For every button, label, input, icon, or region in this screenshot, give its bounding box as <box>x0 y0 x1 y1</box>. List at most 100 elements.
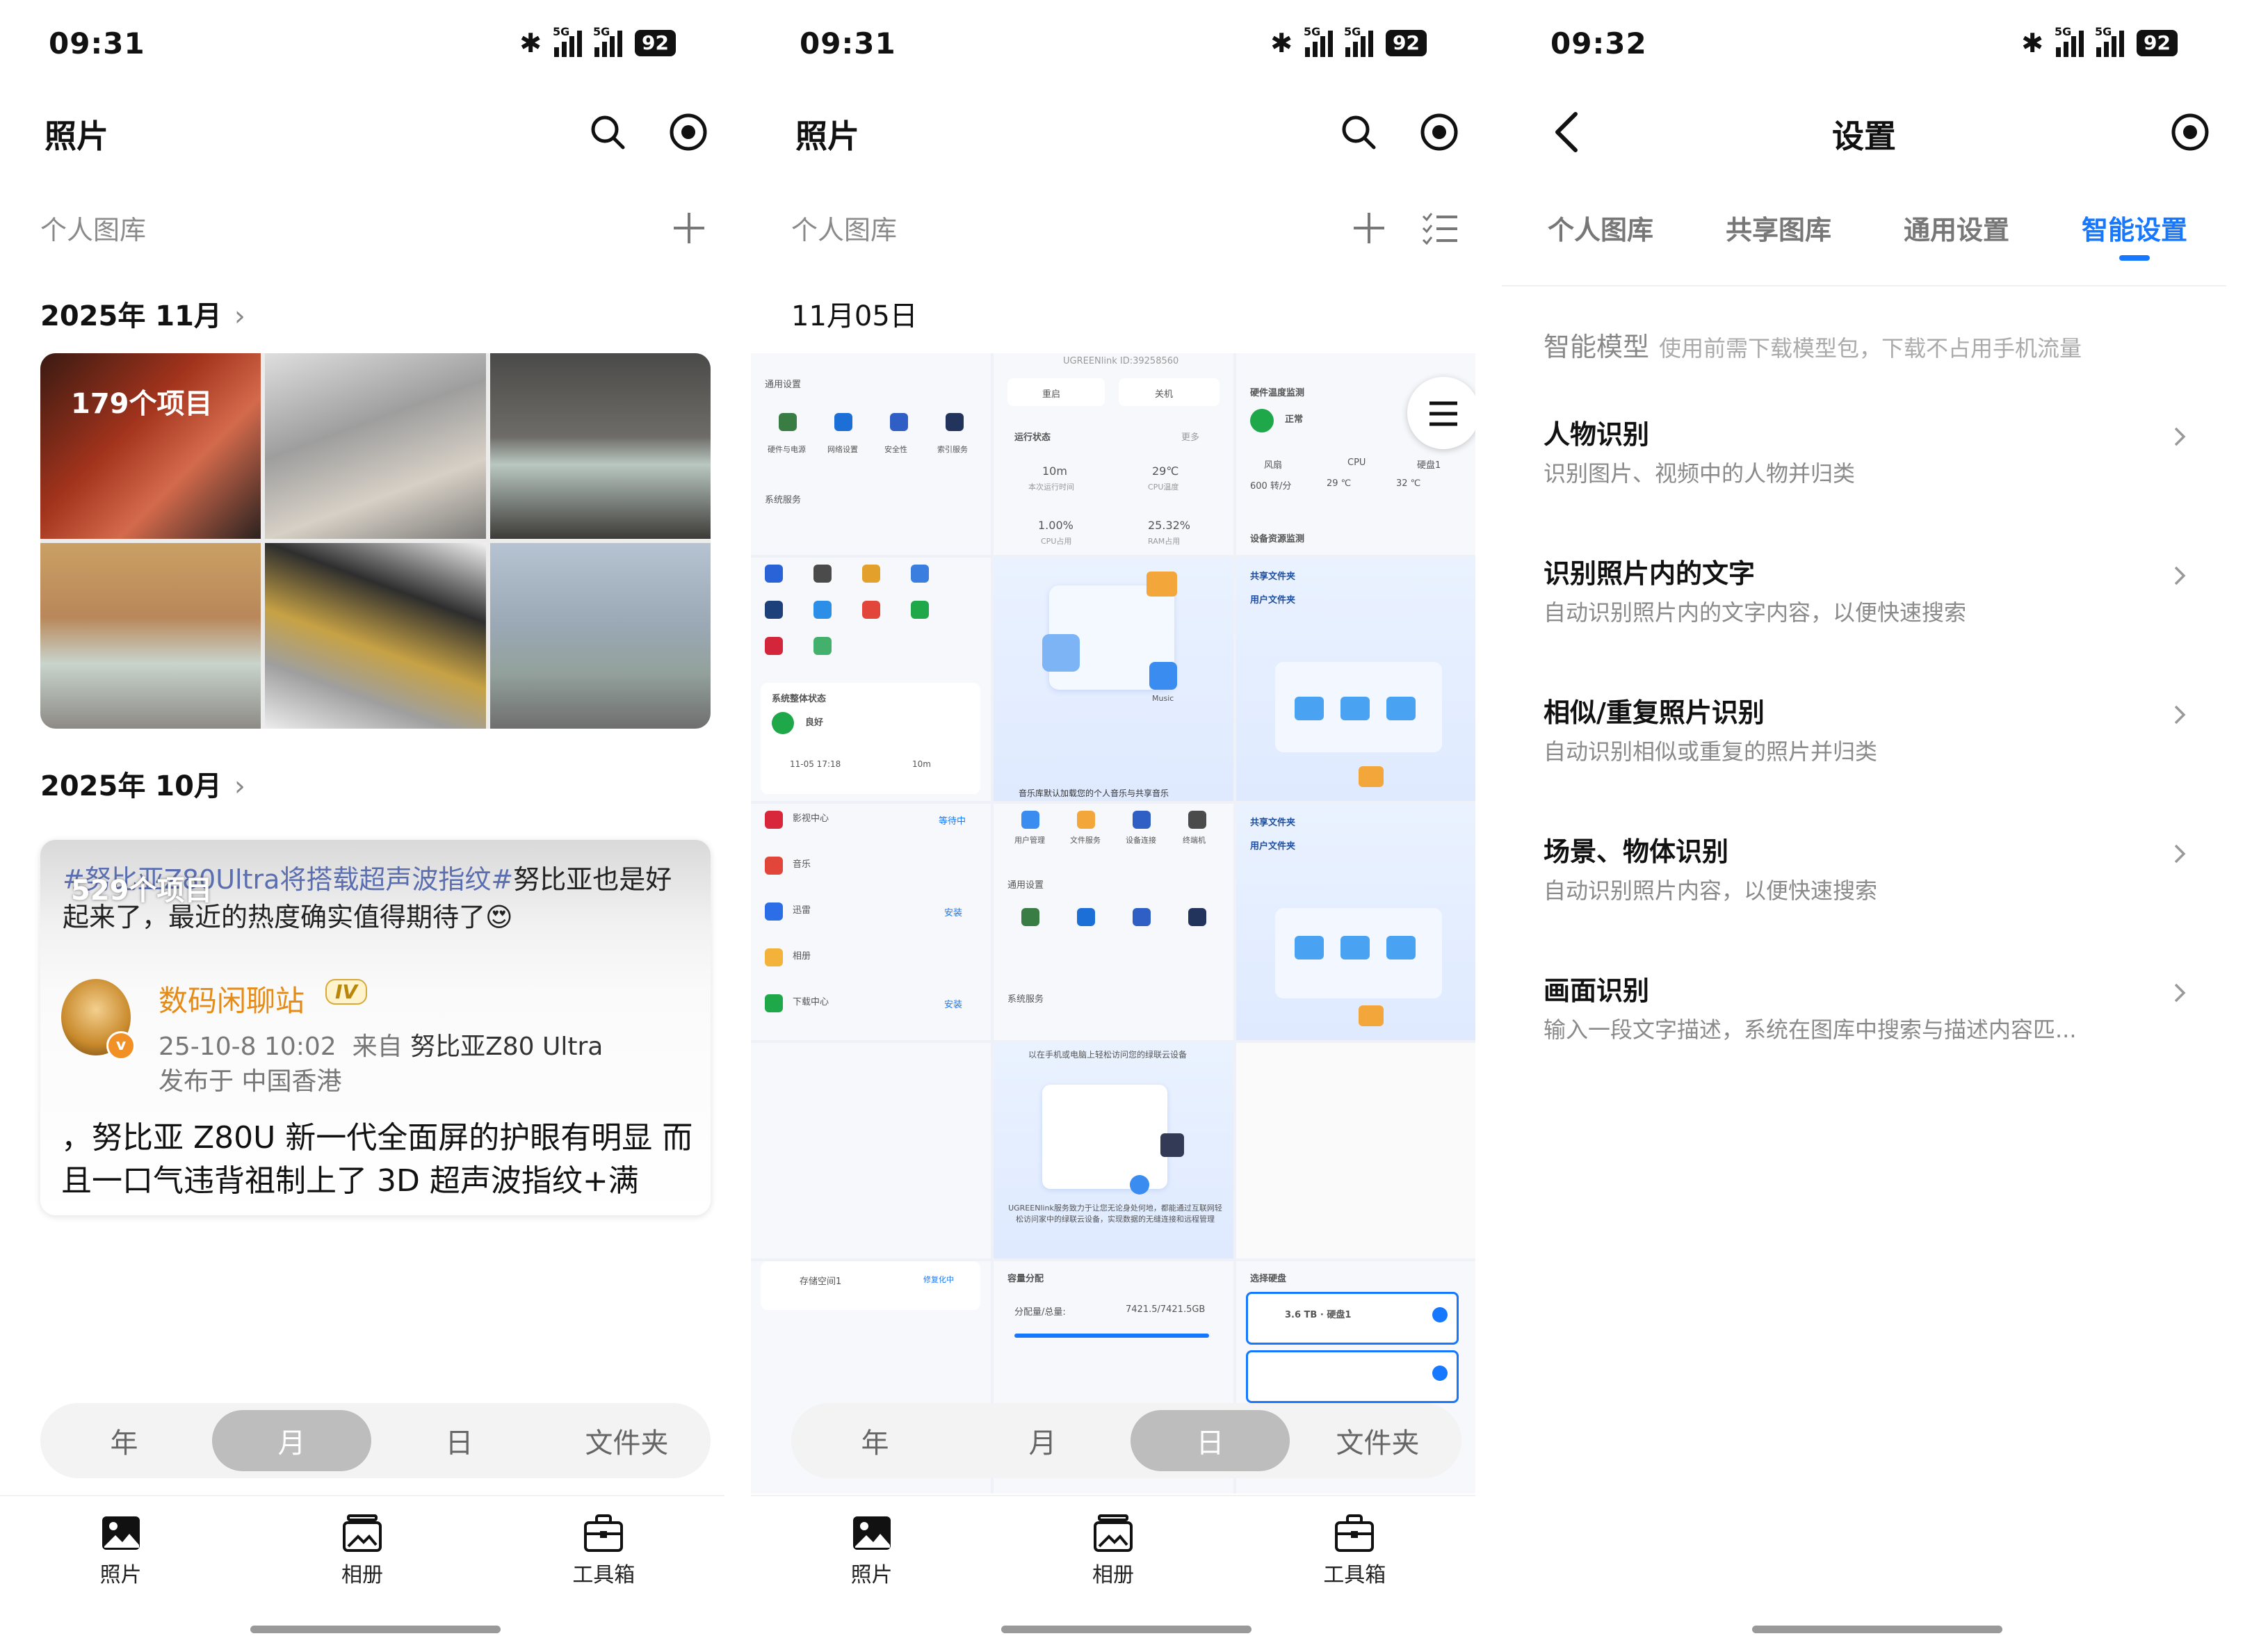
day-header: 11月05日 <box>791 300 918 332</box>
nav-toolbox[interactable]: 工具箱 <box>1285 1496 1424 1601</box>
page-title: 照片 <box>44 118 108 155</box>
add-icon[interactable] <box>664 203 714 253</box>
battery-indicator: 92 <box>1386 30 1427 56</box>
photo-icon <box>102 1516 140 1550</box>
month-photo-grid[interactable]: 179个项目 <box>40 353 711 729</box>
nav-photos[interactable]: 照片 <box>51 1496 191 1601</box>
photo-thumbnail[interactable] <box>265 353 486 539</box>
nav-albums[interactable]: 相册 <box>1044 1496 1183 1601</box>
page-title: 设置 <box>1832 118 1896 155</box>
status-time: 09:31 <box>49 26 145 60</box>
bluetooth-icon: ✱ <box>1270 28 1293 58</box>
search-icon[interactable] <box>583 107 633 157</box>
status-icons: ✱ 5G 5G 92 <box>2021 25 2178 58</box>
home-indicator <box>1752 1626 2002 1633</box>
status-icons: ✱ 5G 5G 92 <box>519 25 676 58</box>
setting-duplicate-recognition[interactable]: 相似/重复照片识别 自动识别相似或重复的照片并归类 <box>1544 691 2190 802</box>
status-time: 09:32 <box>1550 26 1647 60</box>
select-list-icon[interactable] <box>1415 203 1465 253</box>
phone-screen-month: 09:31 ✱ 5G 5G 92 照片 个人图库 2025年 11月 › 179个… <box>0 0 724 1652</box>
photo-thumbnail[interactable] <box>751 1043 991 1258</box>
post-meta: 25-10-8 10:02 来自 努比亚Z80 Ultra <box>159 1032 603 1061</box>
nav-toolbox[interactable]: 工具箱 <box>534 1496 673 1601</box>
status-icons: ✱ 5G 5G 92 <box>1270 25 1427 58</box>
verified-icon: v <box>106 1031 136 1060</box>
photo-thumbnail[interactable]: UGREENlink ID:39258560 重启 关机 运行状态 更多 10m… <box>994 353 1233 555</box>
setting-text-recognition[interactable]: 识别照片内的文字 自动识别照片内的文字内容，以便快速搜索 <box>1544 552 2190 663</box>
home-indicator <box>250 1626 501 1633</box>
post-location: 发布于 中国香港 <box>159 1067 342 1096</box>
nav-albums[interactable]: 相册 <box>293 1496 432 1601</box>
bluetooth-icon: ✱ <box>519 28 542 58</box>
level-badge: IV <box>325 979 368 1005</box>
divider <box>1502 285 2226 286</box>
setting-person-recognition[interactable]: 人物识别 识别图片、视频中的人物并归类 <box>1544 413 2190 524</box>
photo-thumbnail[interactable]: 共享文件夹 用户文件夹 <box>1236 558 1475 801</box>
photo-thumbnail[interactable] <box>489 543 711 729</box>
segment-folder[interactable]: 文件夹 <box>547 1410 706 1471</box>
post-body: ，努比亚 Z80U 新一代全面屏的护眼有明显 而且一口气违背祖制上了 3D 超声… <box>61 1120 693 1199</box>
signal-icon: 5G <box>2055 25 2084 57</box>
divider <box>724 0 751 1652</box>
battery-indicator: 92 <box>635 30 676 56</box>
setting-scene-recognition[interactable]: 场景、物体识别 自动识别照片内容，以便快速搜索 <box>1544 830 2190 941</box>
chevron-right-icon <box>2174 705 2186 724</box>
segment-year[interactable]: 年 <box>44 1410 204 1471</box>
tab-shared-library[interactable]: 共享图库 <box>1726 209 1831 261</box>
section-header: 智能模型 使用前需下载模型包，下载不占用手机流量 <box>1544 332 2082 362</box>
search-icon[interactable] <box>1334 107 1384 157</box>
divider <box>1475 0 1502 1652</box>
photo-thumbnail[interactable]: Music 音乐库默认加载您的个人音乐与共享音乐 <box>994 558 1233 801</box>
tab-personal-library[interactable]: 个人图库 <box>1548 209 1653 261</box>
chevron-right-icon <box>2174 844 2186 864</box>
photo-thumbnail[interactable]: 硬件温度监测 正常 风扇 CPU 硬盘1 600 转/分 29 ℃ 32 ℃ 设… <box>1236 353 1475 555</box>
library-label[interactable]: 个人图库 <box>40 209 146 247</box>
day-photo-grid[interactable]: 通用设置 硬件与电源 网络设置 安全性 索引服务 系统服务 UGREENlink… <box>751 353 1475 1493</box>
segment-month[interactable]: 月 <box>212 1410 371 1471</box>
post-screenshot-card[interactable]: #努比亚Z80Ultra将搭载超声波指纹#努比亚也是好起来了，最近的热度确实值得… <box>40 840 711 1215</box>
bluetooth-icon: ✱ <box>2021 28 2044 58</box>
month-header[interactable]: 2025年 11月 › <box>40 293 245 334</box>
album-icon <box>1093 1514 1133 1552</box>
signal-icon: 5G <box>2095 25 2125 57</box>
tab-smart-settings[interactable]: 智能设置 <box>2082 209 2187 261</box>
record-icon[interactable] <box>2165 107 2215 157</box>
segment-year[interactable]: 年 <box>795 1410 955 1471</box>
signal-icon: 5G <box>553 25 583 57</box>
record-icon[interactable] <box>663 107 713 157</box>
add-icon[interactable] <box>1344 203 1394 253</box>
photo-thumbnail[interactable]: 影视中心 等待中 音乐 迅雷 安装 相册 下载中心 安装 <box>751 804 991 1040</box>
view-segmented-control[interactable]: 年 月 日 文件夹 <box>40 1403 711 1478</box>
segment-day[interactable]: 日 <box>1131 1410 1290 1471</box>
photo-thumbnail[interactable]: 通用设置 硬件与电源 网络设置 安全性 索引服务 系统服务 <box>751 353 991 555</box>
segment-folder[interactable]: 文件夹 <box>1298 1410 1457 1471</box>
chevron-right-icon: › <box>234 770 245 802</box>
photo-icon <box>852 1516 891 1550</box>
tab-general-settings[interactable]: 通用设置 <box>1904 209 2009 261</box>
month-header[interactable]: 2025年 10月 › <box>40 763 245 804</box>
segment-month[interactable]: 月 <box>963 1410 1122 1471</box>
chevron-right-icon <box>2174 983 2186 1003</box>
photo-thumbnail[interactable]: 共享文件夹 用户文件夹 <box>1236 804 1475 1040</box>
chevron-right-icon: › <box>234 300 245 332</box>
album-icon <box>342 1514 382 1552</box>
segment-day[interactable]: 日 <box>380 1410 539 1471</box>
photo-thumbnail[interactable]: 用户管理 文件服务 设备连接 终端机 通用设置 系统服务 <box>994 804 1233 1040</box>
signal-icon: 5G <box>1304 25 1334 57</box>
record-icon[interactable] <box>1414 107 1464 157</box>
menu-icon <box>1429 401 1457 426</box>
photo-thumbnail[interactable] <box>489 353 711 539</box>
photo-thumbnail[interactable] <box>265 543 486 729</box>
signal-icon: 5G <box>1344 25 1374 57</box>
nav-photos[interactable]: 照片 <box>802 1496 941 1601</box>
photo-thumbnail[interactable]: 以在手机或电脑上轻松访问您的绿联云设备 UGREENlink服务致力于让您无论身… <box>994 1043 1233 1258</box>
setting-image-recognition[interactable]: 画面识别 输入一段文字描述，系统在图库中搜索与描述内容匹... <box>1544 969 2190 1080</box>
signal-icon: 5G <box>593 25 623 57</box>
toolbox-icon <box>584 1514 624 1552</box>
photo-thumbnail[interactable] <box>1236 1043 1475 1258</box>
view-segmented-control[interactable]: 年 月 日 文件夹 <box>791 1403 1461 1478</box>
home-indicator <box>1001 1626 1251 1633</box>
photo-thumbnail[interactable] <box>40 543 261 729</box>
photo-thumbnail[interactable]: 系统整体状态 良好 11-05 17:18 10m <box>751 558 991 801</box>
library-label[interactable]: 个人图库 <box>791 209 897 247</box>
